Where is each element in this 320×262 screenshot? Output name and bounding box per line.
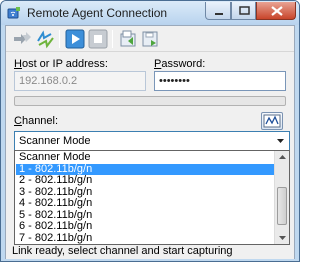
dropdown-option[interactable]: 2 - 802.11b/g/n xyxy=(16,175,274,186)
host-label: Host or IP address: xyxy=(14,58,108,70)
title-bar[interactable]: Remote Agent Connection xyxy=(1,1,299,25)
channel-select-value: Scanner Mode xyxy=(19,135,91,147)
window-title: Remote Agent Connection xyxy=(27,6,168,20)
maximize-button[interactable] xyxy=(231,2,256,20)
scroll-thumb[interactable] xyxy=(277,187,287,225)
minimize-icon xyxy=(215,13,223,15)
close-icon xyxy=(271,6,283,16)
play-icon[interactable] xyxy=(65,29,85,49)
scroll-down-icon[interactable] xyxy=(275,231,290,244)
status-text: Link ready, select channel and start cap… xyxy=(12,245,233,257)
close-button[interactable] xyxy=(256,2,296,20)
dropdown-option[interactable]: 6 - 802.11b/g/n xyxy=(16,221,274,232)
dropdown-option[interactable]: 4 - 802.11b/g/n xyxy=(16,198,274,209)
chevron-down-icon[interactable] xyxy=(272,132,289,150)
minimize-button[interactable] xyxy=(205,2,231,20)
host-input[interactable]: 192.168.0.2 xyxy=(14,71,146,91)
spectrum-chart-icon xyxy=(263,114,281,128)
wifi-agent-icon xyxy=(7,7,20,19)
toolbar-separator xyxy=(112,30,113,48)
password-input[interactable]: •••••••• xyxy=(154,71,286,91)
refresh-arrows-icon[interactable] xyxy=(35,29,55,49)
spectrum-chart-button[interactable] xyxy=(261,112,283,130)
channel-dropdown-list: Scanner Mode 1 - 802.11b/g/n 2 - 802.11b/g… xyxy=(14,150,290,245)
connect-arrows-icon[interactable] xyxy=(12,29,32,49)
dropdown-option[interactable]: 5 - 802.11b/g/n xyxy=(16,209,274,221)
dropdown-option[interactable]: Scanner Mode xyxy=(16,152,274,163)
scroll-up-icon[interactable] xyxy=(275,151,290,164)
dropdown-scrollbar[interactable] xyxy=(274,151,289,244)
status-bar: Link ready, select channel and start cap… xyxy=(6,245,294,259)
channel-select[interactable]: Scanner Mode xyxy=(14,131,290,151)
save-file-icon[interactable] xyxy=(140,29,160,49)
dropdown-option[interactable]: 7 - 802.11b/g/n xyxy=(16,232,274,244)
toolbar-separator xyxy=(59,30,60,48)
toolbar xyxy=(6,26,294,52)
dropdown-option[interactable]: 1 - 802.11b/g/n xyxy=(16,163,274,175)
dialog-client-area: Host or IP address: 192.168.0.2 Password… xyxy=(5,25,295,259)
connection-progress-bar xyxy=(14,96,286,106)
channel-label: Channel: xyxy=(14,115,59,127)
password-label: Password: xyxy=(154,58,206,70)
dropdown-option[interactable]: 3 - 802.11b/g/n xyxy=(16,186,274,198)
open-file-icon[interactable] xyxy=(118,29,138,49)
remote-agent-window: Remote Agent Connection Host or IP addre… xyxy=(0,0,300,262)
stop-icon[interactable] xyxy=(88,29,108,49)
maximize-icon xyxy=(239,6,250,15)
